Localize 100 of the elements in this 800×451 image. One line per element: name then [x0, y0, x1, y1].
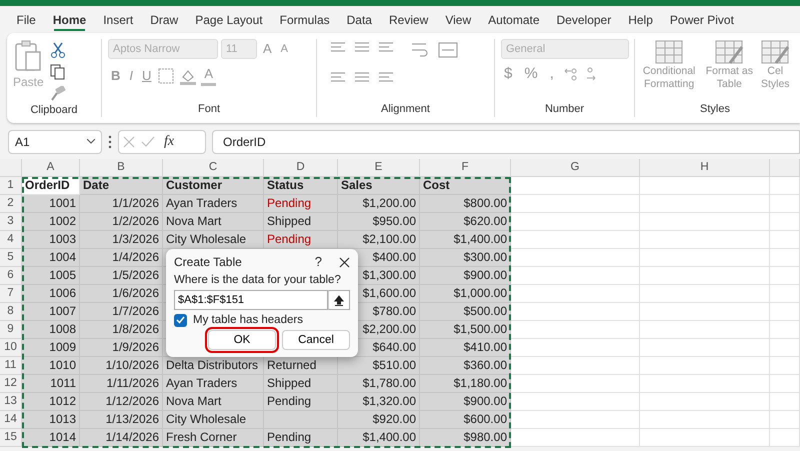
ribbon-tab[interactable]: File — [8, 8, 44, 32]
ribbon-tab[interactable]: Automate — [480, 8, 548, 32]
table-cell: Pending — [264, 231, 338, 249]
row-header[interactable]: 11 — [0, 357, 22, 375]
table-cell: $410.00 — [420, 339, 511, 357]
row-header[interactable]: 15 — [0, 429, 22, 447]
row-header[interactable]: 14 — [0, 411, 22, 429]
table-cell: $920.00 — [338, 411, 420, 429]
table-cell: 1008 — [22, 321, 80, 339]
ribbon-tab[interactable]: Formulas — [271, 8, 338, 32]
column-header[interactable]: G — [511, 159, 640, 177]
column-header[interactable]: D — [264, 159, 338, 177]
row-header[interactable]: 4 — [0, 231, 22, 249]
ribbon-tab[interactable]: Help — [620, 8, 662, 32]
table-cell: $1,180.00 — [420, 375, 511, 393]
table-cell: 1/3/2026 — [80, 231, 163, 249]
column-header[interactable]: H — [640, 159, 770, 177]
row-header[interactable]: 2 — [0, 195, 22, 213]
row-header[interactable]: 12 — [0, 375, 22, 393]
table-cell: $1,320.00 — [338, 393, 420, 411]
name-box-value: A1 — [15, 134, 30, 150]
group-label: Styles — [699, 102, 731, 116]
table-cell: $950.00 — [338, 213, 420, 231]
table-cell: Returned — [264, 357, 338, 375]
row-header[interactable]: 5 — [0, 249, 22, 267]
column-header[interactable]: F — [420, 159, 511, 177]
column-header[interactable]: B — [80, 159, 163, 177]
table-cell: $800.00 — [420, 195, 511, 213]
row-header[interactable]: 9 — [0, 321, 22, 339]
ribbon-tab[interactable]: Home — [44, 8, 95, 32]
table-cell: City Wholesale — [163, 411, 264, 429]
ribbon-tab[interactable]: Review — [380, 8, 437, 32]
ok-button[interactable]: OK — [208, 330, 276, 350]
column-heading: Status — [264, 177, 338, 195]
table-cell: Pending — [264, 393, 338, 411]
table-cell: Fresh Corner — [163, 429, 264, 447]
group-label: Alignment — [380, 102, 431, 116]
checkbox-label[interactable]: My table has headers — [193, 313, 303, 327]
dialog-title: Create Table — [174, 255, 243, 269]
table-cell: Shipped — [264, 375, 338, 393]
row-header[interactable]: 3 — [0, 213, 22, 231]
table-cell: $1,400.00 — [338, 429, 420, 447]
ribbon-tab[interactable]: Draw — [142, 8, 187, 32]
table-cell: 1/5/2026 — [80, 267, 163, 285]
row-header[interactable]: 8 — [0, 303, 22, 321]
ribbon-tab[interactable]: Power Pivot — [661, 8, 742, 32]
ribbon-tab[interactable]: Data — [338, 8, 380, 32]
table-cell: Shipped — [264, 213, 338, 231]
group-label: Font — [196, 102, 221, 116]
table-cell: 1010 — [22, 357, 80, 375]
insert-function-button[interactable]: fx — [161, 132, 178, 150]
table-cell: 1/4/2026 — [80, 249, 163, 267]
table-cell: 1/6/2026 — [80, 285, 163, 303]
table-cell: 1012 — [22, 393, 80, 411]
table-cell: 1/9/2026 — [80, 339, 163, 357]
table-cell: 1004 — [22, 249, 80, 267]
table-cell: 1001 — [22, 195, 80, 213]
table-cell: 1/14/2026 — [80, 429, 163, 447]
row-header[interactable]: 6 — [0, 267, 22, 285]
table-cell: Nova Mart — [163, 213, 264, 231]
table-cell: $900.00 — [420, 267, 511, 285]
table-cell: $500.00 — [420, 303, 511, 321]
row-header[interactable]: 7 — [0, 285, 22, 303]
table-cell: $360.00 — [420, 357, 511, 375]
ribbon-tab[interactable]: View — [436, 8, 480, 32]
cancel-button[interactable]: Cancel — [282, 330, 350, 350]
table-cell: $1,400.00 — [420, 231, 511, 249]
table-cell: $1,000.00 — [420, 285, 511, 303]
range-field[interactable]: $A$1:$F$151 — [174, 290, 328, 310]
table-cell: $1,780.00 — [338, 375, 420, 393]
table-cell: $980.00 — [420, 429, 511, 447]
name-box[interactable]: A1 — [8, 130, 102, 154]
column-heading: Customer — [163, 177, 264, 195]
table-cell: $600.00 — [420, 411, 511, 429]
table-cell: Ayan Traders — [163, 375, 264, 393]
ribbon-tab[interactable]: Developer — [548, 8, 620, 32]
table-cell: 1/10/2026 — [80, 357, 163, 375]
table-cell: 1/12/2026 — [80, 393, 163, 411]
table-cell: 1009 — [22, 339, 80, 357]
table-cell: 1/13/2026 — [80, 411, 163, 429]
ribbon-tab[interactable]: Page Layout — [186, 8, 272, 32]
column-header[interactable]: C — [163, 159, 264, 177]
row-header[interactable]: 10 — [0, 339, 22, 357]
table-cell: 1/1/2026 — [80, 195, 163, 213]
help-button[interactable]: ? — [312, 253, 325, 271]
table-cell: $510.00 — [338, 357, 420, 375]
row-header[interactable]: 13 — [0, 393, 22, 411]
table-cell: $900.00 — [420, 393, 511, 411]
table-cell: Nova Mart — [163, 393, 264, 411]
row-header[interactable]: 1 — [0, 177, 22, 195]
table-cell: $620.00 — [420, 213, 511, 231]
column-header[interactable]: E — [338, 159, 420, 177]
ribbon-tab[interactable]: Insert — [94, 8, 142, 32]
table-cell: 1014 — [22, 429, 80, 447]
table-cell: Ayan Traders — [163, 195, 264, 213]
table-cell: Pending — [264, 429, 338, 447]
table-cell: 1005 — [22, 267, 80, 285]
formula-field[interactable]: OrderID — [212, 130, 800, 154]
column-heading: OrderID — [22, 177, 80, 195]
column-header[interactable]: A — [22, 159, 80, 177]
